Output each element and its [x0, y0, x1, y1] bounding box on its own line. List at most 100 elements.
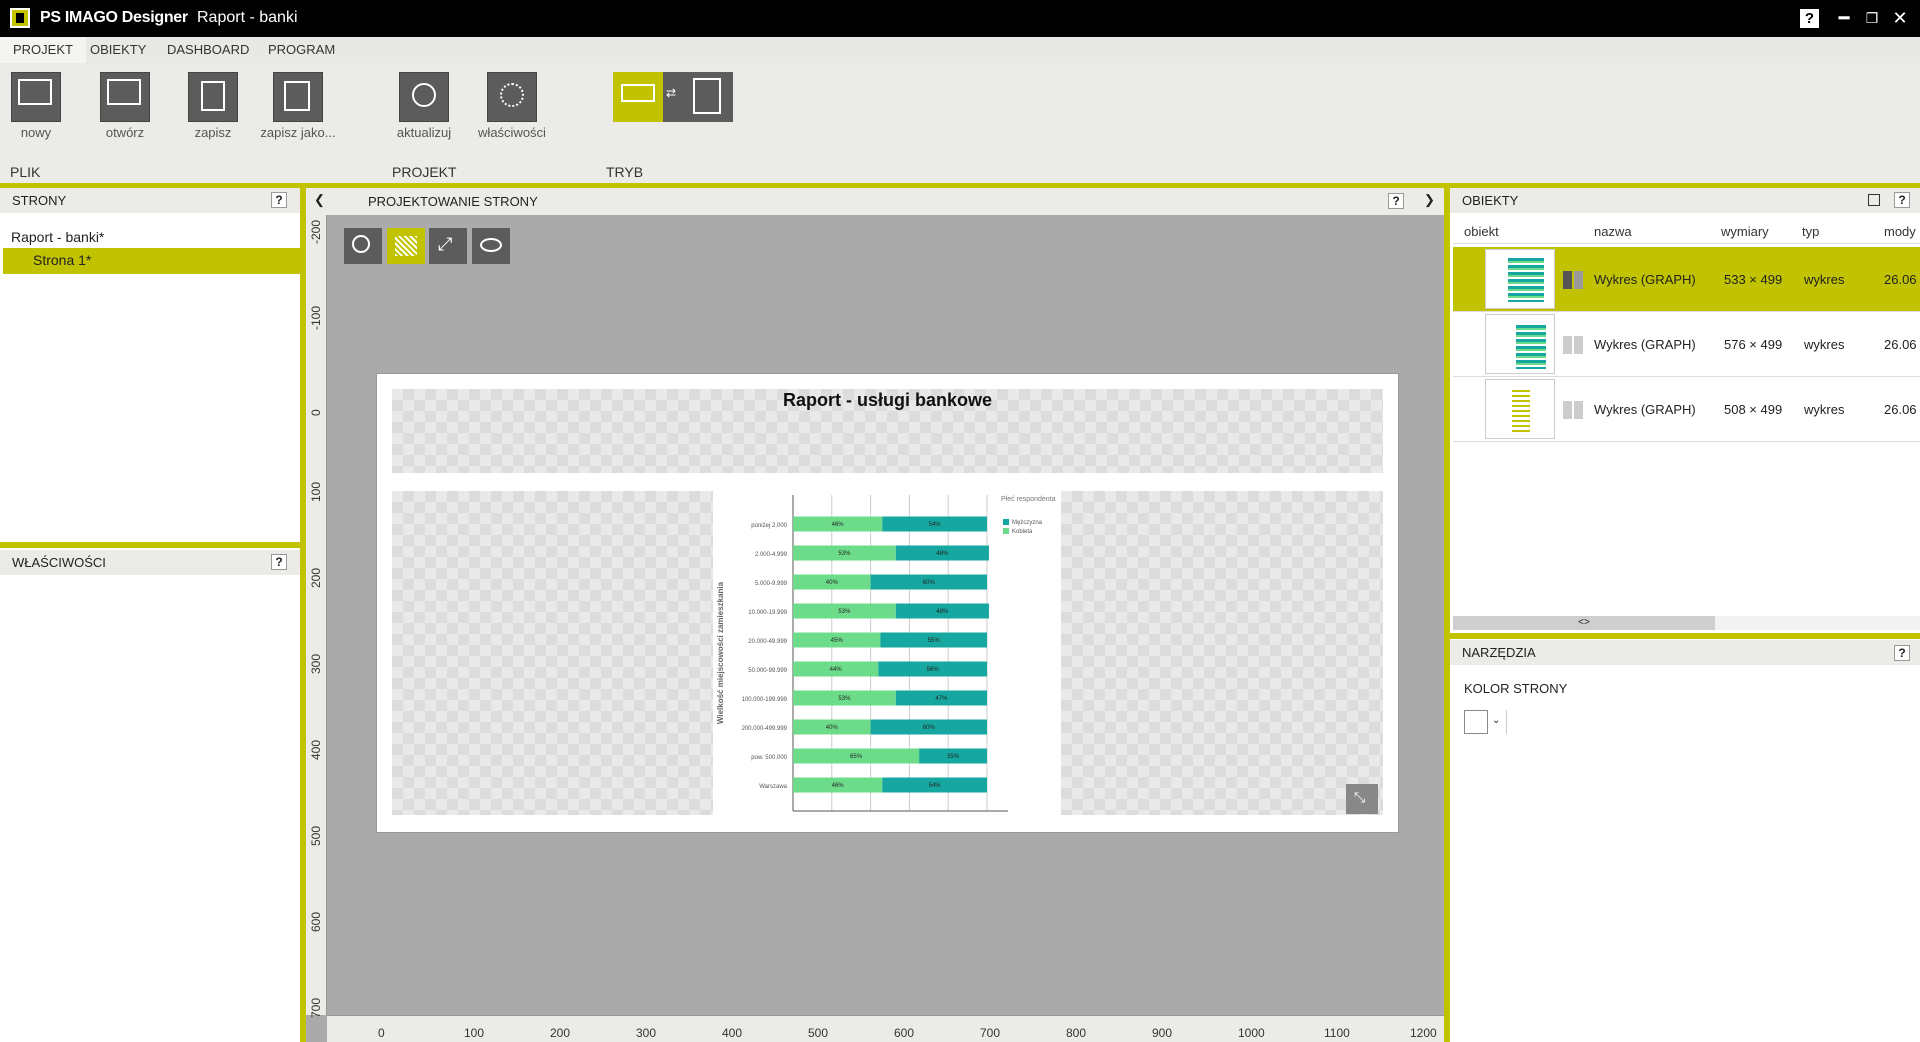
refresh-label: aktualizuj [396, 125, 452, 140]
legend-label: Mężczyzna [1012, 520, 1043, 526]
data-label: 54% [929, 522, 942, 528]
data-label: 65% [850, 754, 863, 760]
collapse-right-icon[interactable]: ❯ [1424, 192, 1435, 208]
category-label: 10.000-19.999 [748, 610, 787, 616]
col-mody[interactable]: mody [1884, 224, 1916, 239]
thumb-bars [1508, 258, 1544, 302]
save-button[interactable] [188, 72, 238, 122]
expand-button[interactable]: ⤡ [1346, 784, 1378, 814]
row-type: wykres [1804, 402, 1845, 417]
save-label: zapisz [194, 125, 232, 140]
tree-project[interactable]: Raport - banki* [11, 229, 104, 245]
header-divider [1453, 243, 1920, 244]
menu-tab-program[interactable]: PROGRAM [255, 37, 348, 63]
horizontal-scrollbar[interactable]: <> [1453, 616, 1920, 630]
zoom-icon [352, 235, 370, 253]
title-placeholder[interactable]: Raport - usługi bankowe [392, 389, 1383, 473]
pages-title: STRONY [12, 193, 67, 208]
menu-tab-dashboard[interactable]: DASHBOARD [154, 37, 262, 63]
switch-arrows-icon: ⇄ [666, 86, 677, 100]
preview-button[interactable] [472, 228, 510, 264]
minimize-button[interactable]: ━ [1832, 6, 1856, 30]
object-type-icon [1563, 271, 1583, 289]
vruler-tick: 600 [309, 911, 323, 932]
design-help-button[interactable]: ? [1388, 193, 1404, 209]
properties-button[interactable] [487, 72, 537, 122]
expand-icon: ⤡ [1354, 789, 1366, 805]
menu-tab-obiekty[interactable]: OBIEKTY [77, 37, 159, 63]
fit-button[interactable]: ⤢ [429, 228, 467, 264]
row-size: 508 × 499 [1724, 402, 1783, 417]
legend-swatch [1003, 519, 1009, 525]
properties-help-button[interactable]: ? [271, 554, 287, 570]
right-placeholder[interactable] [1061, 491, 1383, 815]
col-obiekt[interactable]: obiekt [1464, 224, 1499, 239]
left-placeholder[interactable] [392, 491, 713, 815]
help-button[interactable]: ? [1800, 9, 1819, 28]
design-page[interactable]: Raport - usługi bankowe ⤡ poniżej 2.000 4… [376, 373, 1399, 833]
row-mod: 26.06 [1884, 337, 1917, 352]
properties-header: WŁAŚCIWOŚCI [0, 550, 300, 575]
page-color-swatch[interactable] [1464, 710, 1488, 734]
col-typ[interactable]: typ [1802, 224, 1819, 239]
menu-tab-projekt[interactable]: PROJEKT [0, 37, 86, 63]
vruler-tick: -100 [309, 305, 323, 330]
data-label: 44% [830, 667, 843, 673]
data-label: 53% [838, 696, 851, 702]
restore-button[interactable]: ❐ [1860, 6, 1884, 30]
row-mod: 26.06 [1884, 402, 1917, 417]
pages-help-button[interactable]: ? [271, 192, 287, 208]
hruler-tick: 200 [550, 1026, 571, 1040]
data-label: 46% [832, 783, 845, 789]
save-icon [201, 81, 225, 111]
tools-help-button[interactable]: ? [1894, 645, 1910, 661]
right-splitter[interactable] [1450, 633, 1920, 639]
thumb-bars [1516, 325, 1546, 369]
data-label: 60% [923, 725, 936, 731]
document-icon [693, 78, 721, 114]
left-splitter[interactable] [0, 542, 300, 548]
object-thumbnail [1485, 314, 1555, 374]
grid-toggle-button[interactable] [387, 228, 425, 264]
vruler-tick: 500 [309, 825, 323, 846]
scroll-thumb[interactable]: <> [1453, 616, 1715, 630]
data-label: 53% [838, 551, 851, 557]
mode-report-button[interactable]: ⇄ [663, 72, 733, 122]
design-mode-icon [621, 84, 655, 102]
object-type-icon [1563, 336, 1583, 354]
row-size: 533 × 499 [1724, 272, 1783, 287]
refresh-button[interactable] [399, 72, 449, 122]
new-button[interactable] [11, 72, 61, 122]
chevron-down-icon[interactable]: ⌄ [1492, 715, 1500, 726]
data-label: 45% [831, 638, 844, 644]
vruler-tick: -200 [309, 219, 323, 244]
vruler-tick: 200 [309, 567, 323, 588]
hruler-tick: 600 [894, 1026, 915, 1040]
bar-chart[interactable]: poniżej 2.000 46% 54% 2.000-4.999 53% 48% 5.00… [713, 491, 1061, 815]
open-button[interactable] [100, 72, 150, 122]
data-label: 53% [838, 609, 851, 615]
tools-header: NARZĘDZIA [1450, 640, 1920, 665]
data-label: 48% [936, 609, 949, 615]
hruler-tick: 700 [980, 1026, 1001, 1040]
close-button[interactable]: ✕ [1888, 6, 1912, 30]
tree-page-selected[interactable]: Strona 1* [3, 248, 300, 274]
horizontal-ruler: 0 100 200 300 400 500 600 700 800 900 1000 1100 1200 [327, 1015, 1444, 1042]
objects-title: OBIEKTY [1462, 193, 1519, 208]
col-wymiary[interactable]: wymiary [1721, 224, 1769, 239]
col-nazwa[interactable]: nazwa [1594, 224, 1632, 239]
undock-icon[interactable] [1868, 194, 1880, 206]
hruler-tick: 400 [722, 1026, 743, 1040]
category-label: 20.000-49.999 [748, 639, 787, 645]
collapse-left-icon[interactable]: ❮ [314, 192, 325, 208]
app-name: PS IMAGO Designer [40, 9, 188, 26]
vertical-ruler: -200 -100 0 100 200 300 400 500 600 700 [306, 215, 327, 1018]
legend-swatch [1003, 528, 1009, 534]
category-label: pow. 500.000 [751, 755, 787, 761]
save-as-button[interactable] [273, 72, 323, 122]
objects-help-button[interactable]: ? [1894, 192, 1910, 208]
data-label: 47% [935, 696, 948, 702]
mode-design-button[interactable] [613, 72, 663, 122]
zoom-button[interactable] [344, 228, 382, 264]
group-tryb: TRYB [606, 164, 644, 180]
